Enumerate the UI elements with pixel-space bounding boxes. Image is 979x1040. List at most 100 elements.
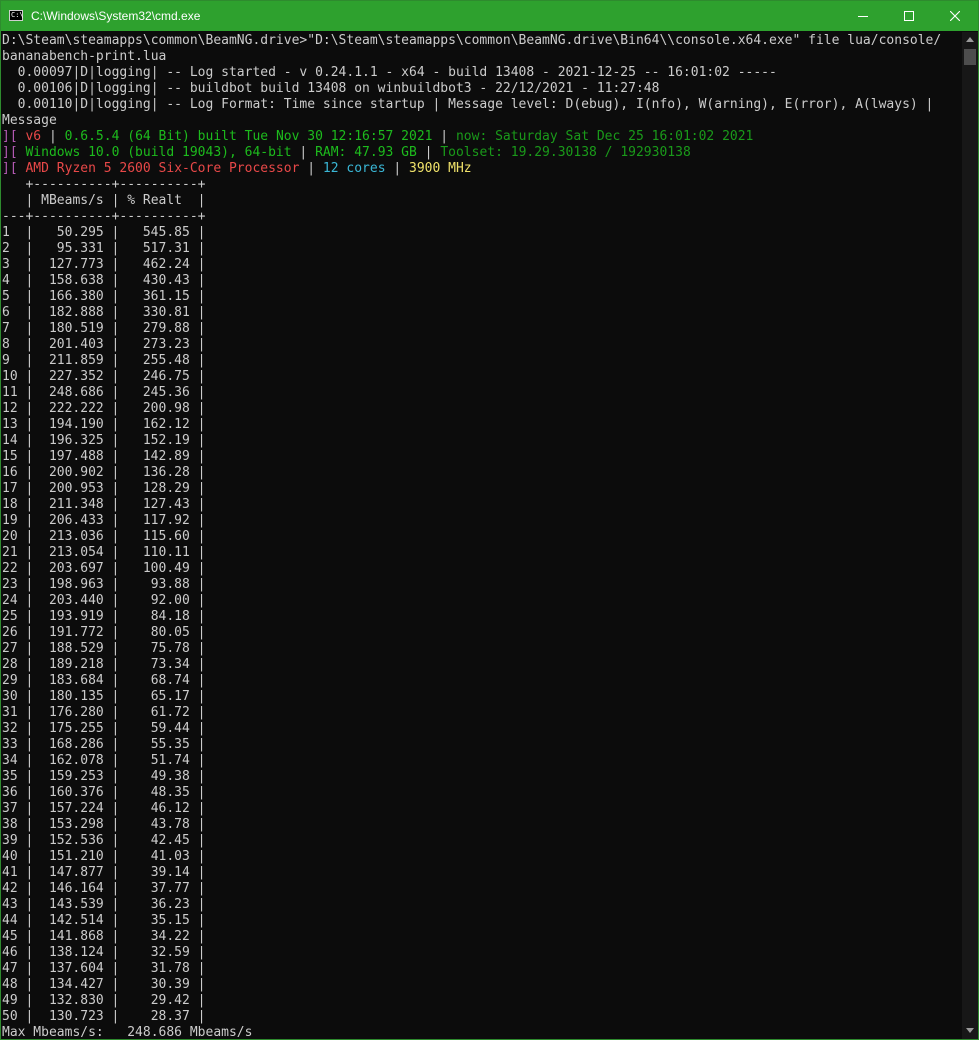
row-number: 49 bbox=[2, 993, 18, 1008]
table-row: 37 | 157.224 | 46.12 | bbox=[2, 801, 960, 817]
line-prefix: ][ bbox=[2, 145, 18, 160]
minimize-button[interactable] bbox=[840, 1, 886, 31]
cmd-app-icon[interactable]: C:\ bbox=[9, 10, 24, 21]
realt-value: 430.43 bbox=[142, 273, 190, 288]
realt-value: 46.12 bbox=[150, 801, 190, 816]
cell-separator: | bbox=[25, 801, 34, 816]
row-number: 2 bbox=[2, 241, 10, 256]
row-number: 41 bbox=[2, 865, 18, 880]
cell-separator: | bbox=[189, 721, 206, 736]
scroll-down-arrow-icon[interactable] bbox=[962, 1023, 978, 1039]
row-number: 27 bbox=[2, 641, 18, 656]
table-row: 6 | 182.888 | 330.81 | bbox=[2, 305, 960, 321]
realt-value: 73.34 bbox=[150, 657, 190, 672]
row-number: 17 bbox=[2, 481, 18, 496]
table-row: 31 | 176.280 | 61.72 | bbox=[2, 705, 960, 721]
row-number: 16 bbox=[2, 465, 18, 480]
mbeams-value: 203.697 bbox=[48, 561, 104, 576]
mbeams-value: 162.078 bbox=[48, 753, 104, 768]
row-number: 9 bbox=[2, 353, 10, 368]
table-row: 10 | 227.352 | 246.75 | bbox=[2, 369, 960, 385]
cell-separator: | bbox=[25, 449, 34, 464]
cell-separator: | bbox=[189, 337, 206, 352]
window-title: C:\Windows\System32\cmd.exe bbox=[31, 9, 201, 23]
maximize-button[interactable] bbox=[886, 1, 932, 31]
command-line: D:\Steam\steamapps\common\BeamNG.drive>"… bbox=[2, 33, 942, 48]
table-row: 46 | 138.124 | 32.59 | bbox=[2, 945, 960, 961]
cell-separator: | bbox=[25, 513, 34, 528]
title-bar[interactable]: C:\ C:\Windows\System32\cmd.exe bbox=[1, 1, 978, 31]
row-number: 35 bbox=[2, 769, 18, 784]
table-row: 30 | 180.135 | 65.17 | bbox=[2, 689, 960, 705]
realt-value: 28.37 bbox=[150, 1009, 190, 1024]
table-row: 15 | 197.488 | 142.89 | bbox=[2, 449, 960, 465]
cell-separator: | bbox=[25, 433, 34, 448]
scrollbar-thumb[interactable] bbox=[964, 49, 976, 65]
cell-separator: | bbox=[189, 689, 206, 704]
cell-separator: | bbox=[25, 929, 34, 944]
cell-separator: | bbox=[25, 849, 34, 864]
realt-value: 273.23 bbox=[142, 337, 190, 352]
table-row: 27 | 188.529 | 75.78 | bbox=[2, 641, 960, 657]
cell-separator: | bbox=[189, 737, 206, 752]
cell-separator: | bbox=[25, 689, 34, 704]
mbeams-value: 191.772 bbox=[48, 625, 104, 640]
cell-separator: | bbox=[103, 369, 120, 384]
table-row: 14 | 196.325 | 152.19 | bbox=[2, 433, 960, 449]
separator: | bbox=[299, 161, 323, 176]
realt-value: 55.35 bbox=[150, 737, 190, 752]
mbeams-value: 50.295 bbox=[56, 225, 104, 240]
mbeams-value: 142.514 bbox=[48, 913, 104, 928]
realt-value: 128.29 bbox=[142, 481, 190, 496]
mbeams-value: 201.403 bbox=[48, 337, 104, 352]
realt-value: 117.92 bbox=[142, 513, 190, 528]
mbeams-value: 151.210 bbox=[48, 849, 104, 864]
cell-separator: | bbox=[189, 769, 206, 784]
cell-separator: | bbox=[189, 849, 206, 864]
realt-value: 49.38 bbox=[150, 769, 190, 784]
realt-value: 59.44 bbox=[150, 721, 190, 736]
table-row: 50 | 130.723 | 28.37 | bbox=[2, 1009, 960, 1025]
table-row: 47 | 137.604 | 31.78 | bbox=[2, 961, 960, 977]
cell-separator: | bbox=[189, 433, 206, 448]
row-number: 40 bbox=[2, 849, 18, 864]
cell-separator: | bbox=[25, 817, 34, 832]
row-number: 32 bbox=[2, 721, 18, 736]
realt-value: 100.49 bbox=[142, 561, 190, 576]
mbeams-value: 248.686 bbox=[48, 385, 104, 400]
row-number: 21 bbox=[2, 545, 18, 560]
table-row: 25 | 193.919 | 84.18 | bbox=[2, 609, 960, 625]
separator: | bbox=[291, 145, 316, 160]
row-number: 34 bbox=[2, 753, 18, 768]
mbeams-value: 188.529 bbox=[48, 641, 104, 656]
cell-separator: | bbox=[103, 849, 120, 864]
close-button[interactable] bbox=[932, 1, 978, 31]
cell-separator: | bbox=[189, 593, 206, 608]
realt-value: 51.74 bbox=[150, 753, 190, 768]
cpu-info-line: ][ AMD Ryzen 5 2600 Six-Core Processor |… bbox=[2, 161, 960, 177]
cell-separator: | bbox=[189, 353, 206, 368]
mbeams-value: 160.376 bbox=[48, 785, 104, 800]
vertical-scrollbar[interactable] bbox=[962, 32, 978, 1039]
scroll-up-arrow-icon[interactable] bbox=[962, 32, 978, 48]
table-row: 22 | 203.697 | 100.49 | bbox=[2, 561, 960, 577]
row-number: 12 bbox=[2, 401, 18, 416]
cell-separator: | bbox=[25, 625, 34, 640]
cell-separator: | bbox=[189, 657, 206, 672]
cell-separator: | bbox=[103, 417, 120, 432]
cell-separator: | bbox=[25, 305, 34, 320]
table-row: 20 | 213.036 | 115.60 | bbox=[2, 529, 960, 545]
console-output[interactable]: D:\Steam\steamapps\common\BeamNG.drive>"… bbox=[2, 33, 960, 1039]
realt-value: 545.85 bbox=[142, 225, 190, 240]
log-line: Message bbox=[2, 113, 57, 128]
mbeams-value: 153.298 bbox=[48, 817, 104, 832]
mbeams-value: 183.684 bbox=[48, 673, 104, 688]
cell-separator: | bbox=[103, 833, 120, 848]
cell-separator: | bbox=[103, 753, 120, 768]
realt-value: 200.98 bbox=[142, 401, 190, 416]
realt-value: 34.22 bbox=[150, 929, 190, 944]
cell-separator: | bbox=[103, 881, 120, 896]
mbeams-value: 138.124 bbox=[48, 945, 104, 960]
table-row: 49 | 132.830 | 29.42 | bbox=[2, 993, 960, 1009]
table-row: 3 | 127.773 | 462.24 | bbox=[2, 257, 960, 273]
